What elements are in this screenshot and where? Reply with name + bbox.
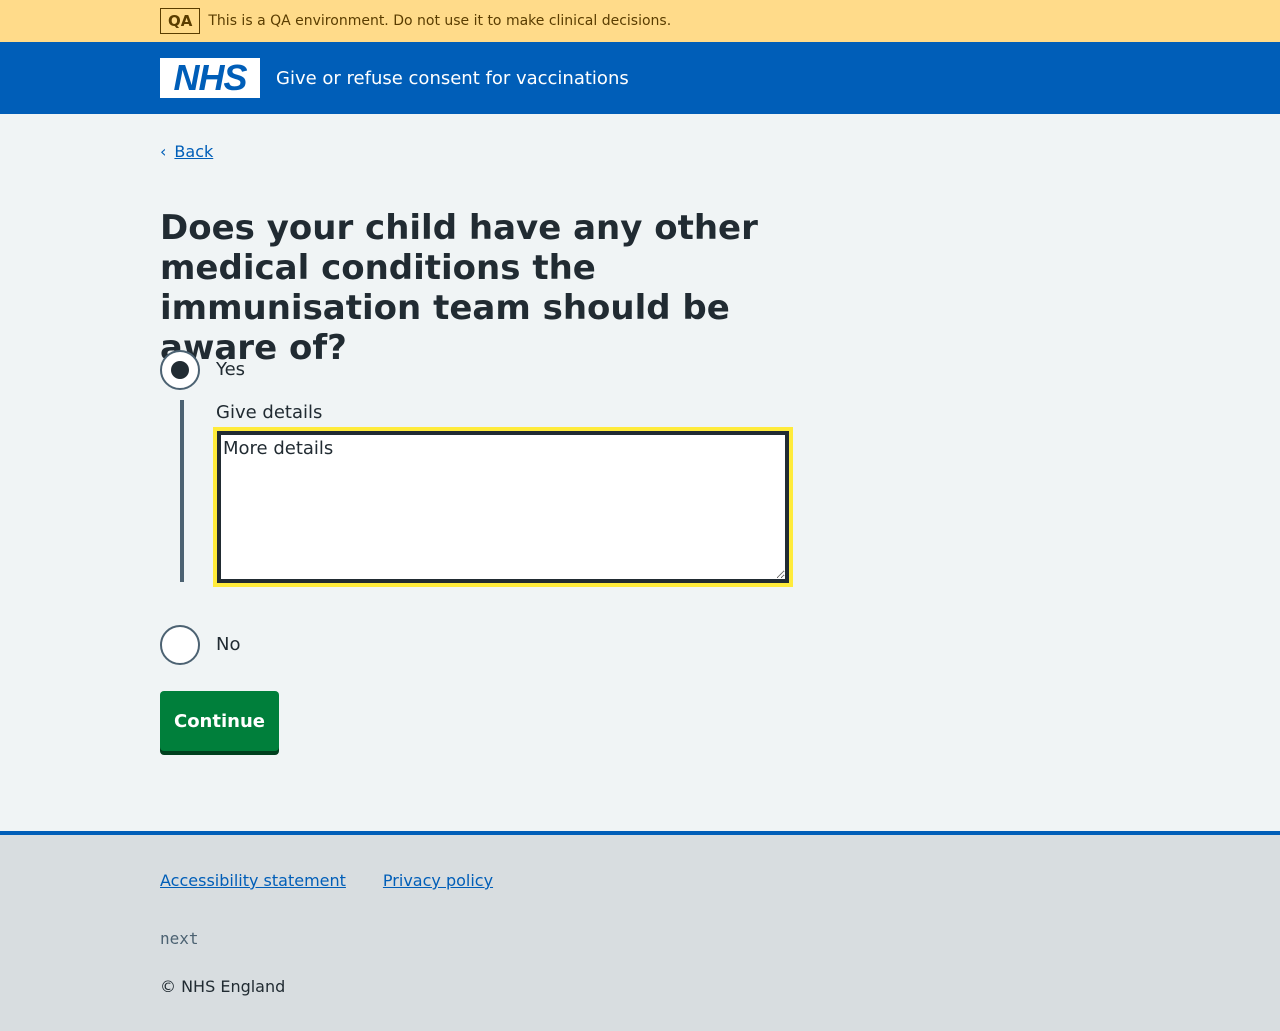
radio-yes[interactable] <box>160 350 200 390</box>
nhs-logo-text: NHS <box>173 57 247 98</box>
details-label: Give details <box>216 402 323 423</box>
footer-link-accessibility[interactable]: Accessibility statement <box>160 871 346 890</box>
continue-button[interactable]: Continue <box>160 691 279 751</box>
back-link[interactable]: ‹ Back <box>160 142 213 161</box>
radio-yes-label[interactable]: Yes <box>216 359 245 380</box>
conditional-reveal-border <box>180 400 184 582</box>
qa-banner: QA This is a QA environment. Do not use … <box>0 0 1280 42</box>
footer-link-privacy[interactable]: Privacy policy <box>383 871 493 890</box>
details-textarea[interactable] <box>217 431 789 583</box>
main-content: ‹ Back Does your child have any other me… <box>0 114 1280 831</box>
site-header: NHS Give or refuse consent for vaccinati… <box>0 42 1280 114</box>
service-name[interactable]: Give or refuse consent for vaccinations <box>276 68 629 89</box>
version-label: next <box>160 929 199 948</box>
radio-no[interactable] <box>160 625 200 665</box>
nhs-logo[interactable]: NHS <box>160 58 260 98</box>
chevron-left-icon: ‹ <box>160 141 167 161</box>
site-footer: Accessibility statement Privacy policy n… <box>0 831 1280 1031</box>
qa-tag: QA <box>160 8 201 34</box>
copyright: © NHS England <box>160 977 286 996</box>
radio-no-label[interactable]: No <box>216 634 240 655</box>
page-title: Does your child have any other medical c… <box>160 208 758 368</box>
footer-links: Accessibility statement Privacy policy <box>160 871 493 890</box>
back-link-label[interactable]: Back <box>174 142 213 161</box>
qa-message: This is a QA environment. Do not use it … <box>208 13 672 29</box>
